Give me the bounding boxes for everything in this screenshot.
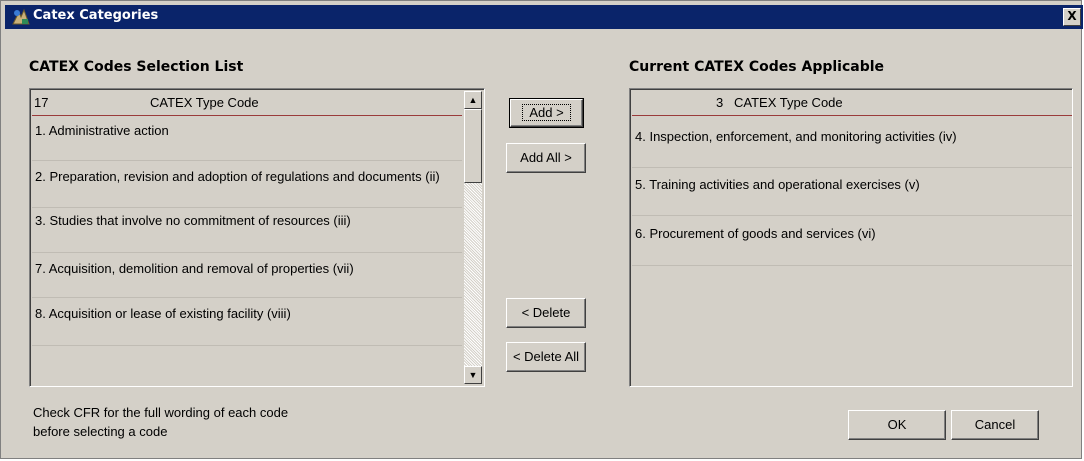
list-item-label: 3. Studies that involve no commitment of… [35, 213, 351, 228]
catex-app-icon [11, 8, 31, 26]
current-column-header: CATEX Type Code [734, 95, 843, 110]
list-item[interactable]: 6. Procurement of goods and services (vi… [632, 216, 1072, 266]
list-item-label: 8. Acquisition or lease of existing faci… [35, 306, 291, 321]
scroll-thumb[interactable] [464, 109, 482, 183]
list-item-label: 5. Training activities and operational e… [635, 177, 920, 192]
list-item[interactable]: 8. Acquisition or lease of existing faci… [32, 298, 462, 346]
list-item-label: 2. Preparation, revision and adoption of… [35, 169, 440, 184]
list-item[interactable] [32, 346, 462, 384]
ok-button[interactable]: OK [848, 410, 946, 440]
help-note-line: before selecting a code [33, 424, 168, 439]
current-list-header: 3 CATEX Type Code [632, 91, 1072, 116]
selection-column-header: CATEX Type Code [150, 95, 259, 110]
arrow-down-icon[interactable]: ▼ [464, 366, 482, 384]
list-item-label: 1. Administrative action [35, 123, 169, 138]
selection-scrollbar[interactable]: ▲ ▼ [464, 91, 482, 384]
list-item-label: 7. Acquisition, demolition and removal o… [35, 261, 354, 276]
current-codes-listbox[interactable]: 3 CATEX Type Code 4. Inspection, enforce… [629, 88, 1073, 387]
list-item-label: 6. Procurement of goods and services (vi… [635, 226, 876, 241]
delete-all-button[interactable]: < Delete All [506, 342, 586, 372]
list-item[interactable]: 3. Studies that involve no commitment of… [32, 208, 462, 253]
window-title: Catex Categories [33, 8, 159, 23]
list-item[interactable]: 2. Preparation, revision and adoption of… [32, 161, 462, 208]
close-icon[interactable]: X [1063, 8, 1081, 26]
title-bar[interactable]: Catex Categories X [5, 5, 1083, 29]
current-count: 3 [716, 95, 724, 110]
list-item[interactable]: 5. Training activities and operational e… [632, 168, 1072, 216]
add-button[interactable]: Add > [509, 98, 584, 128]
list-item[interactable]: 7. Acquisition, demolition and removal o… [32, 253, 462, 298]
help-note: Check CFR for the full wording of each c… [33, 403, 288, 441]
add-all-button[interactable]: Add All > [506, 143, 586, 173]
selection-listbox[interactable]: 17 CATEX Type Code 1. Administrative act… [29, 88, 485, 387]
delete-button[interactable]: < Delete [506, 298, 586, 328]
add-button-label: Add > [522, 104, 571, 121]
list-item[interactable]: 1. Administrative action [32, 116, 462, 161]
selection-list-header: 17 CATEX Type Code [32, 91, 462, 116]
selection-count: 17 [34, 95, 49, 110]
cancel-button[interactable]: Cancel [951, 410, 1039, 440]
selection-list-title: CATEX Codes Selection List [29, 59, 244, 75]
list-item[interactable]: 4. Inspection, enforcement, and monitori… [632, 120, 1072, 168]
current-codes-title: Current CATEX Codes Applicable [629, 59, 885, 75]
arrow-up-icon[interactable]: ▲ [464, 91, 482, 109]
list-item-label: 4. Inspection, enforcement, and monitori… [635, 129, 957, 144]
help-note-line: Check CFR for the full wording of each c… [33, 405, 289, 420]
catex-dialog: Catex Categories X CATEX Codes Selection… [0, 0, 1083, 459]
